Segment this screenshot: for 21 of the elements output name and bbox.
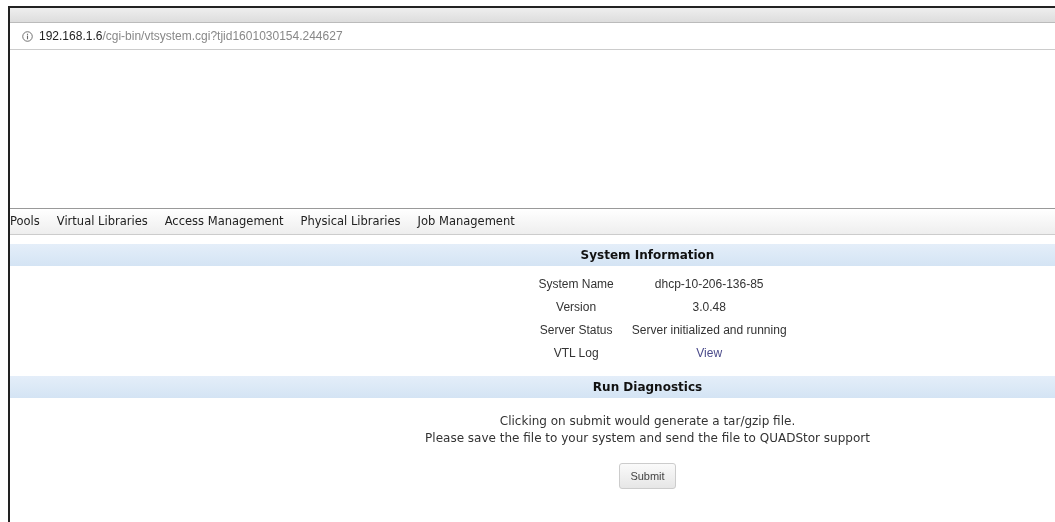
section-header: Run Diagnostics: [10, 376, 1055, 398]
submit-button[interactable]: Submit: [619, 463, 676, 489]
url-path: /cgi-bin/vtsystem.cgi?tjid1601030154.244627: [102, 29, 343, 43]
nav-tab[interactable]: Access Management: [164, 214, 284, 234]
nav-tab[interactable]: Physical Libraries: [300, 214, 401, 234]
instruction-text: Clicking on submit would generate a tar/gzip file.: [498, 413, 797, 430]
info-icon[interactable]: [22, 30, 33, 42]
field-value: Server initialized and running: [631, 322, 787, 339]
url-host: 192.168.1.6: [39, 29, 103, 43]
nav-tab[interactable]: Job Management: [417, 214, 515, 234]
field-label: Server Status: [538, 322, 614, 339]
instruction-text: Please save the file to your system and send the file to QUADStor support: [424, 430, 871, 447]
nav-tab[interactable]: Pools: [10, 214, 40, 234]
field-label: System Name: [538, 276, 614, 293]
field-value: dhcp-10-206-136-85: [653, 276, 765, 293]
section-header: System Information: [10, 244, 1055, 266]
view-link[interactable]: View: [631, 344, 787, 362]
nav-tab[interactable]: Virtual Libraries: [56, 214, 148, 234]
field-label: Version: [555, 299, 598, 316]
field-label: VTL Log: [552, 345, 600, 362]
field-value: 3.0.48: [691, 299, 727, 316]
